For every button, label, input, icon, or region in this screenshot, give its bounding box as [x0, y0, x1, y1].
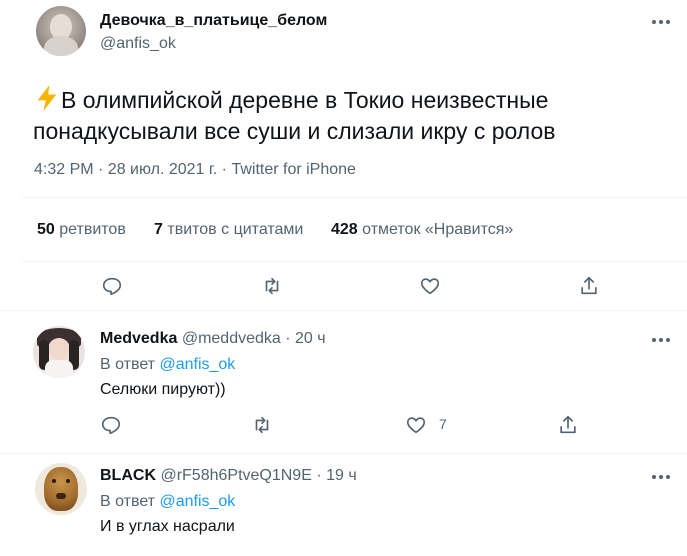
- like-count: 7: [439, 416, 447, 432]
- avatar[interactable]: [35, 463, 87, 515]
- tweet-text: В олимпийской деревне в Токио неизвестны…: [33, 84, 556, 147]
- share-icon[interactable]: [550, 407, 586, 443]
- more-icon[interactable]: [652, 20, 670, 24]
- avatar[interactable]: [33, 326, 85, 378]
- reply-author-handle[interactable]: @rF58h6PtveQ1N9E: [160, 467, 311, 484]
- reply-to: В ответ @anfis_ok: [100, 356, 235, 374]
- reply-to-handle[interactable]: @anfis_ok: [159, 356, 235, 373]
- reply-author-name[interactable]: Medvedka: [100, 330, 177, 347]
- author-handle[interactable]: @anfis_ok: [100, 35, 176, 53]
- quotes-stat[interactable]: 7 твитов с цитатами: [154, 221, 303, 239]
- more-icon[interactable]: [652, 338, 670, 342]
- retweets-stat[interactable]: 50 ретвитов: [37, 221, 126, 239]
- retweets-label: ретвитов: [59, 221, 126, 238]
- more-icon[interactable]: [652, 475, 670, 479]
- reply-header: BLACK @rF58h6PtveQ1N9E · 19 ч: [100, 467, 357, 485]
- reply-author-handle[interactable]: @meddvedka: [182, 330, 281, 347]
- avatar[interactable]: [36, 6, 86, 56]
- retweets-count: 50: [37, 221, 55, 238]
- tweet-text-line2: понадкусывали все суши и слизали икру с …: [33, 118, 556, 144]
- reply-icon[interactable]: [93, 407, 129, 443]
- tweet-text-line1: В олимпийской деревне в Токио неизвестны…: [61, 87, 549, 113]
- lightning-icon: [33, 84, 61, 112]
- likes-label: отметок «Нравится»: [362, 221, 514, 238]
- retweet-icon[interactable]: [244, 407, 280, 443]
- divider: [22, 197, 687, 198]
- quotes-label: твитов с цитатами: [167, 221, 304, 238]
- likes-count: 428: [331, 221, 358, 238]
- reply-author-name[interactable]: BLACK: [100, 467, 156, 484]
- reply-time[interactable]: · 19 ч: [316, 467, 356, 484]
- reply-text: И в углах насрали: [100, 518, 235, 535]
- quotes-count: 7: [154, 221, 163, 238]
- reply-text: Селюки пируют)): [100, 381, 226, 398]
- divider: [0, 453, 687, 454]
- retweet-icon[interactable]: [254, 268, 290, 304]
- reply-to: В ответ @anfis_ok: [100, 493, 235, 511]
- reply-to-prefix: В ответ: [100, 356, 156, 373]
- divider: [0, 310, 687, 311]
- like-icon[interactable]: [398, 407, 434, 443]
- like-icon[interactable]: [412, 268, 448, 304]
- reply-icon[interactable]: [94, 268, 130, 304]
- reply-header: Medvedka @meddvedka · 20 ч: [100, 330, 326, 348]
- likes-stat[interactable]: 428 отметок «Нравится»: [331, 221, 513, 239]
- reply-to-prefix: В ответ: [100, 493, 156, 510]
- share-icon[interactable]: [571, 268, 607, 304]
- author-name[interactable]: Девочка_в_платьице_белом: [100, 12, 327, 30]
- reply-time[interactable]: · 20 ч: [285, 330, 325, 347]
- divider: [22, 261, 687, 262]
- reply-to-handle[interactable]: @anfis_ok: [159, 493, 235, 510]
- tweet-meta[interactable]: 4:32 PM · 28 июл. 2021 г. · Twitter for …: [34, 161, 356, 179]
